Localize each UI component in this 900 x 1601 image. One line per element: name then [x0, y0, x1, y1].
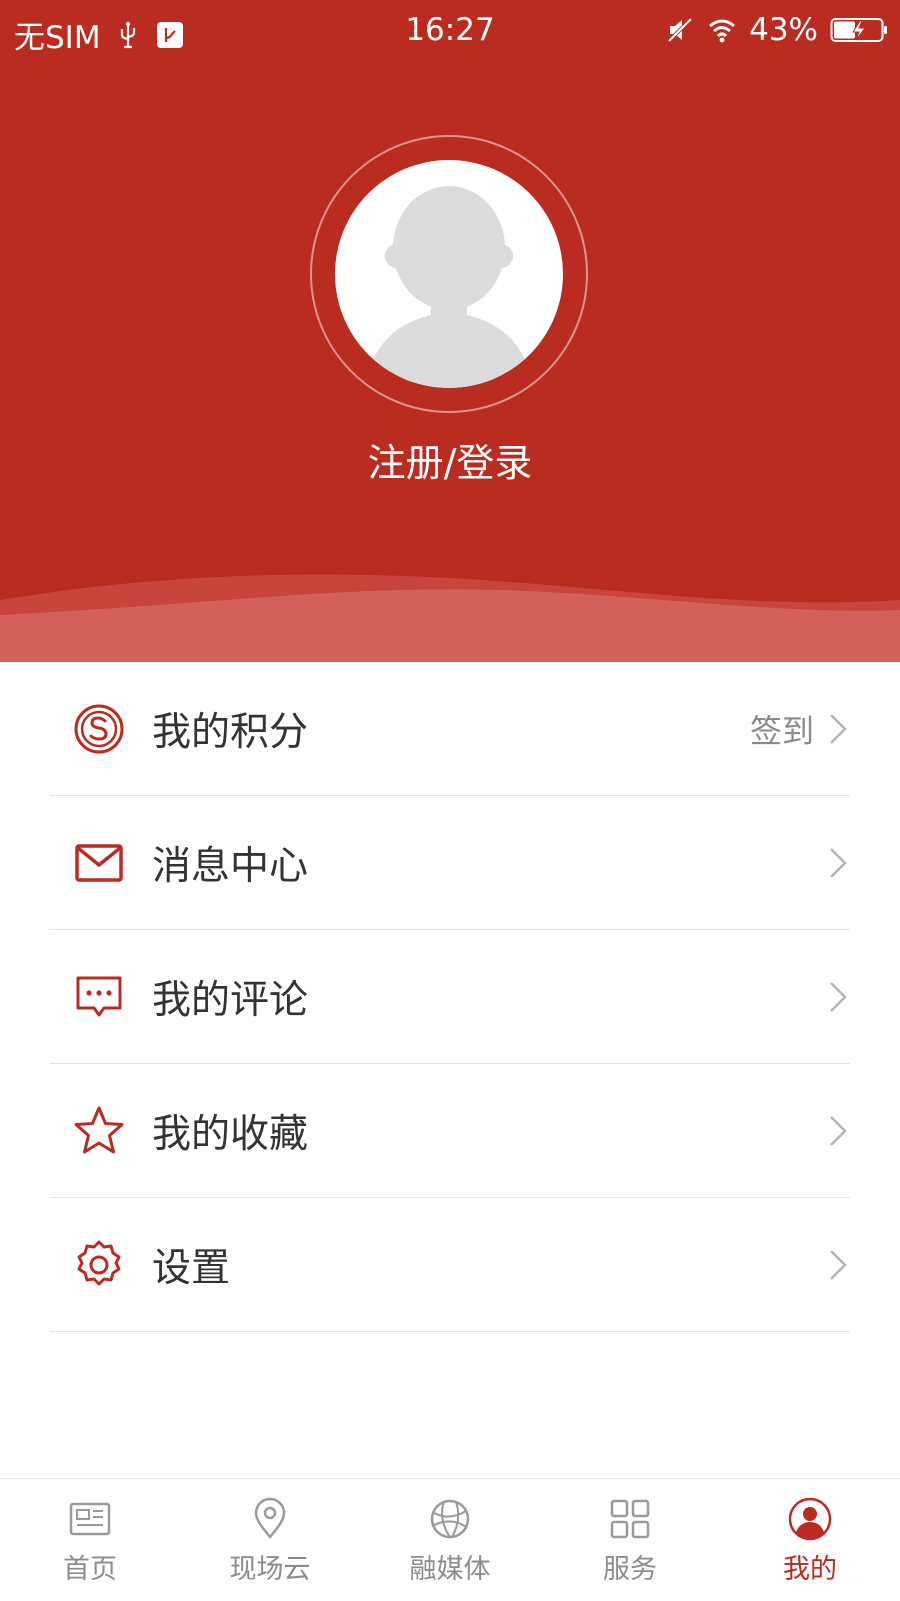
envelope-icon [75, 843, 123, 882]
tab-mine[interactable]: 我的 [720, 1479, 900, 1601]
menu-item-label: 我的收藏 [152, 1111, 309, 1157]
tab-label: 我的 [783, 1554, 837, 1585]
menu-item-points[interactable]: 我的积分 签到 [50, 662, 850, 796]
menu-item-messages[interactable]: 消息中心 [50, 796, 850, 930]
menu-item-label: 设置 [152, 1245, 231, 1291]
menu-item-label: 我的积分 [152, 709, 309, 755]
mute-icon [667, 17, 693, 43]
star-icon [74, 1106, 124, 1153]
chevron-right-icon [830, 847, 847, 878]
tab-services[interactable]: 服务 [540, 1479, 720, 1601]
menu-item-settings[interactable]: 设置 [50, 1198, 850, 1332]
globe-icon [430, 1499, 470, 1539]
sign-in-link[interactable]: 签到 [750, 706, 814, 752]
wifi-icon [709, 19, 736, 43]
bottom-tab-bar: 首页 现场云 融媒体 服务 我的 [0, 1478, 900, 1601]
tab-label: 服务 [603, 1554, 657, 1585]
battery-charging-icon [830, 18, 887, 42]
menu-item-favorites[interactable]: 我的收藏 [50, 1064, 850, 1198]
menu-item-label: 消息中心 [152, 843, 309, 889]
tab-label: 首页 [63, 1554, 117, 1585]
location-pin-icon [254, 1497, 286, 1539]
tab-media[interactable]: 融媒体 [360, 1479, 540, 1601]
menu-item-label: 我的评论 [152, 977, 309, 1023]
chevron-right-icon [830, 1249, 847, 1280]
tab-label: 融媒体 [409, 1554, 491, 1585]
points-icon [74, 704, 124, 753]
battery-percent: 43% [749, 12, 818, 48]
chevron-right-icon [830, 1115, 847, 1146]
comment-icon [76, 976, 122, 1016]
user-avatar-icon [788, 1497, 832, 1541]
avatar[interactable] [335, 160, 563, 388]
tab-home[interactable]: 首页 [0, 1479, 180, 1601]
account-menu: 我的积分 签到 消息中心 我的评论 我的收藏 设置 [50, 662, 850, 1332]
grid-icon [610, 1499, 650, 1539]
newspaper-icon [69, 1502, 111, 1536]
header-wave-decoration [0, 574, 900, 662]
gear-icon [77, 1240, 121, 1285]
profile-header: 无SIM 16:27 43% 注册/登录 [0, 0, 900, 662]
chevron-right-icon [830, 981, 847, 1012]
chevron-right-icon [830, 713, 847, 744]
status-bar: 无SIM 16:27 43% [0, 0, 900, 62]
register-login-link[interactable]: 注册/登录 [0, 432, 900, 487]
tab-live-cloud[interactable]: 现场云 [180, 1479, 360, 1601]
default-avatar-icon [365, 186, 533, 388]
tab-label: 现场云 [229, 1554, 311, 1585]
menu-item-comments[interactable]: 我的评论 [50, 930, 850, 1064]
